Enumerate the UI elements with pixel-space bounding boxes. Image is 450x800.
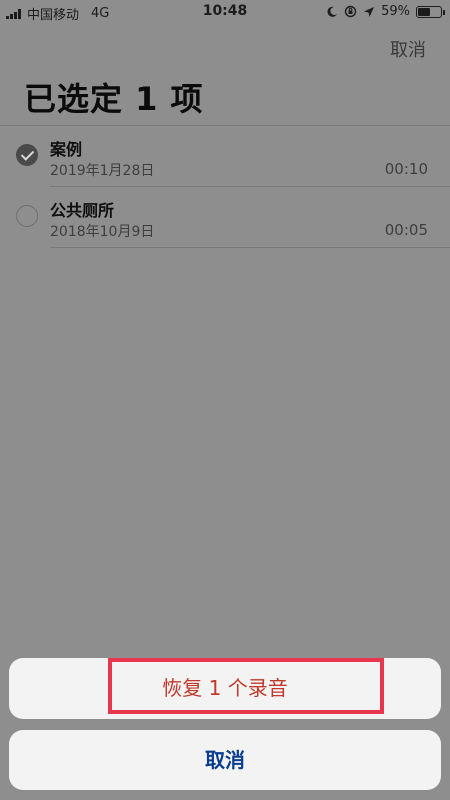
page-title: 已选定 1 项 — [24, 80, 204, 118]
recording-duration: 00:10 — [384, 160, 428, 178]
recording-duration: 00:05 — [384, 221, 428, 239]
recording-name: 案例 — [50, 140, 83, 159]
selected-checkmark-icon[interactable] — [16, 144, 38, 166]
unselected-circle-icon[interactable] — [16, 205, 38, 227]
recording-date: 2018年10月9日 — [50, 224, 155, 240]
battery-percent: 59% — [381, 4, 410, 19]
battery-icon — [416, 5, 445, 18]
recording-name: 公共厕所 — [50, 201, 115, 220]
moon-icon — [327, 6, 338, 17]
row-divider — [50, 247, 450, 248]
cancel-button[interactable]: 取消 — [9, 730, 441, 790]
recordings-list: 案例 2019年1月28日 00:10 公共厕所 2018年10月9日 00:0… — [0, 126, 450, 248]
rotation-lock-icon — [344, 5, 357, 18]
location-arrow-icon — [364, 6, 375, 17]
cancel-selection-button[interactable]: 取消 — [390, 36, 426, 62]
recording-date: 2019年1月28日 — [50, 163, 155, 179]
annotation-highlight-box — [108, 658, 384, 714]
list-item[interactable]: 案例 2019年1月28日 00:10 — [0, 126, 450, 187]
status-right: 59% — [326, 4, 445, 19]
status-bar: 中国移动 4G 10:48 59% — [0, 0, 450, 24]
list-item[interactable]: 公共厕所 2018年10月9日 00:05 — [0, 187, 450, 248]
